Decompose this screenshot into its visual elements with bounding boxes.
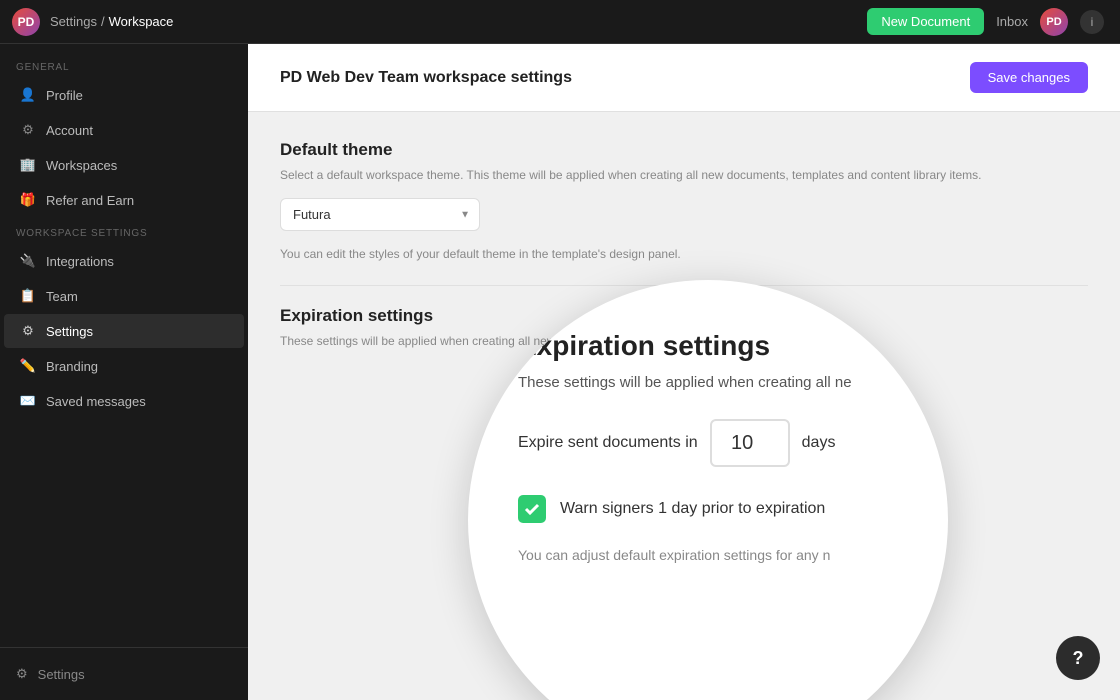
zoom-expire-unit: days — [802, 434, 836, 452]
workspaces-icon: 🏢 — [20, 157, 36, 173]
user-avatar[interactable]: PD — [1040, 8, 1068, 36]
default-theme-title: Default theme — [280, 140, 1088, 160]
sidebar-item-settings[interactable]: ⚙ Settings — [4, 314, 244, 348]
sidebar-item-label-branding: Branding — [46, 359, 98, 374]
theme-select[interactable]: Futura — [280, 198, 480, 231]
sidebar-item-account[interactable]: ⚙ Account — [4, 113, 244, 147]
zoom-expire-row: Expire sent documents in days — [518, 419, 898, 467]
topbar: New Document Inbox PD i — [248, 0, 1120, 44]
integrations-icon: 🔌 — [20, 253, 36, 269]
sidebar-item-label-team: Team — [46, 289, 78, 304]
inbox-button[interactable]: Inbox — [996, 14, 1028, 29]
breadcrumb-workspace: Workspace — [109, 14, 174, 29]
saved-messages-icon: ✉️ — [20, 393, 36, 409]
refer-icon: 🎁 — [20, 192, 36, 208]
default-theme-description: Select a default workspace theme. This t… — [280, 168, 1088, 182]
profile-icon: 👤 — [20, 87, 36, 103]
general-section-label: GENERAL — [0, 52, 248, 77]
main-area: New Document Inbox PD i PD Web Dev Team … — [248, 0, 1120, 700]
info-button[interactable]: i — [1080, 10, 1104, 34]
title-bold: Team — [378, 69, 419, 86]
sidebar-item-label-saved-messages: Saved messages — [46, 394, 146, 409]
sidebar-item-saved-messages[interactable]: ✉️ Saved messages — [4, 384, 244, 418]
warn-signers-checkbox[interactable] — [518, 495, 546, 523]
breadcrumb-settings[interactable]: Settings — [50, 14, 97, 29]
sidebar-gear-btn[interactable]: ⚙ Settings — [0, 656, 248, 692]
breadcrumb-separator: / — [101, 14, 105, 29]
title-suffix: workspace settings — [419, 69, 572, 86]
page-title: PD Web Dev Team workspace settings — [280, 69, 572, 87]
zoom-checkbox-row: Warn signers 1 day prior to expiration — [518, 495, 898, 523]
sidebar-item-integrations[interactable]: 🔌 Integrations — [4, 244, 244, 278]
content-header: PD Web Dev Team workspace settings Save … — [248, 44, 1120, 112]
sidebar-bottom: ⚙ Settings — [0, 647, 248, 700]
warn-signers-label: Warn signers 1 day prior to expiration — [560, 500, 825, 518]
settings-icon: ⚙ — [20, 323, 36, 339]
sidebar-item-label-integrations: Integrations — [46, 254, 114, 269]
team-icon: 📋 — [20, 288, 36, 304]
workspace-settings-label: WORKSPACE SETTINGS — [0, 218, 248, 243]
checkmark-icon — [524, 501, 540, 517]
workspace-avatar: PD — [12, 8, 40, 36]
sidebar-nav: GENERAL 👤 Profile ⚙ Account 🏢 Workspaces… — [0, 44, 248, 647]
account-icon: ⚙ — [20, 122, 36, 138]
sidebar-item-profile[interactable]: 👤 Profile — [4, 78, 244, 112]
help-button[interactable]: ? — [1056, 636, 1100, 680]
sidebar-header: PD Settings / Workspace — [0, 0, 248, 44]
branding-icon: ✏️ — [20, 358, 36, 374]
sidebar-item-label-settings: Settings — [46, 324, 93, 339]
gear-icon: ⚙ — [16, 666, 28, 682]
zoom-expire-label: Expire sent documents in — [518, 434, 698, 452]
sidebar-item-refer[interactable]: 🎁 Refer and Earn — [4, 183, 244, 217]
sidebar-item-label-refer: Refer and Earn — [46, 193, 134, 208]
sidebar-item-label-workspaces: Workspaces — [46, 158, 117, 173]
sidebar-item-label-account: Account — [46, 123, 93, 138]
zoom-footer-text: You can adjust default expiration settin… — [518, 547, 898, 563]
sidebar-item-team[interactable]: 📋 Team — [4, 279, 244, 313]
sidebar-item-workspaces[interactable]: 🏢 Workspaces — [4, 148, 244, 182]
theme-hint: You can edit the styles of your default … — [280, 247, 1088, 261]
expire-days-input[interactable] — [710, 419, 790, 467]
save-changes-button[interactable]: Save changes — [970, 62, 1088, 93]
title-prefix: PD Web Dev — [280, 69, 378, 86]
theme-select-wrapper: Futura ▼ — [280, 198, 480, 231]
content-area: PD Web Dev Team workspace settings Save … — [248, 44, 1120, 700]
new-document-button[interactable]: New Document — [867, 8, 984, 35]
zoom-description: These settings will be applied when crea… — [518, 374, 898, 391]
sidebar-item-branding[interactable]: ✏️ Branding — [4, 349, 244, 383]
breadcrumb: Settings / Workspace — [50, 14, 173, 29]
zoom-title: Expiration settings — [518, 330, 898, 362]
sidebar-item-label-profile: Profile — [46, 88, 83, 103]
sidebar: PD Settings / Workspace GENERAL 👤 Profil… — [0, 0, 248, 700]
sidebar-gear-label: Settings — [38, 667, 85, 682]
